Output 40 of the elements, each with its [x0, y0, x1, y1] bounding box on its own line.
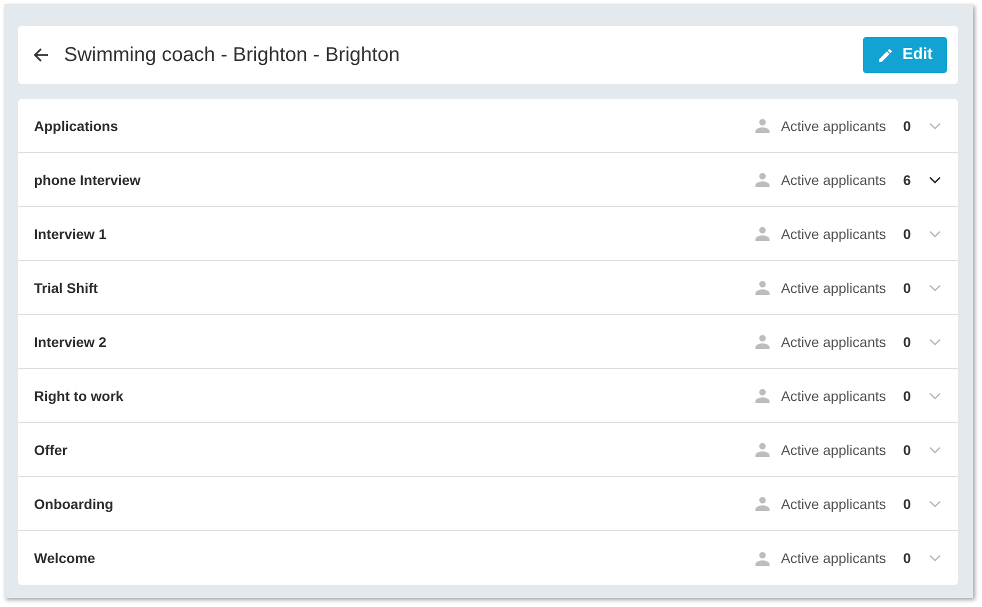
applicant-count: 0 — [902, 442, 912, 458]
applicant-count: 0 — [902, 550, 912, 566]
stage-name: Offer — [34, 442, 68, 458]
active-applicants-label: Active applicants — [780, 334, 886, 350]
active-applicants-label: Active applicants — [780, 388, 886, 404]
page-title: Swimming coach - Brighton - Brighton — [64, 44, 401, 66]
person-icon — [754, 442, 770, 457]
person-icon — [754, 226, 770, 241]
stage-name: Interview 2 — [34, 334, 108, 350]
person-icon — [754, 550, 770, 566]
active-applicants-label: Active applicants — [780, 226, 886, 242]
active-applicants-label: Active applicants — [780, 550, 886, 566]
stage-name: phone Interview — [34, 172, 142, 188]
stage-name: Right to work — [34, 388, 124, 404]
stage-name: Onboarding — [34, 496, 114, 512]
back-arrow-icon[interactable] — [32, 46, 50, 64]
applicant-count: 0 — [902, 496, 912, 512]
applicant-count: 6 — [902, 172, 912, 188]
applicant-count: 0 — [902, 226, 912, 242]
person-icon — [754, 118, 770, 133]
person-icon — [754, 172, 770, 187]
person-icon — [754, 334, 770, 349]
stage-name: Interview 1 — [34, 226, 108, 242]
stage-name: Welcome — [34, 550, 96, 566]
person-icon — [754, 280, 770, 295]
applicant-count: 0 — [902, 118, 912, 134]
applicant-count: 0 — [902, 280, 912, 296]
active-applicants-label: Active applicants — [780, 280, 886, 296]
person-icon — [754, 496, 770, 511]
active-applicants-label: Active applicants — [780, 496, 886, 512]
stage-row[interactable]: phone Interview Active applicants 6 — [18, 153, 958, 207]
active-applicants-label: Active applicants — [780, 118, 886, 134]
stage-name: Trial Shift — [34, 280, 99, 296]
applicant-count: 0 — [902, 388, 912, 404]
active-applicants-label: Active applicants — [780, 442, 886, 458]
active-applicants-label: Active applicants — [780, 172, 886, 188]
pencil-icon — [877, 46, 894, 64]
applicant-count: 0 — [902, 334, 912, 350]
person-icon — [754, 388, 770, 403]
stage-name: Applications — [34, 118, 120, 134]
